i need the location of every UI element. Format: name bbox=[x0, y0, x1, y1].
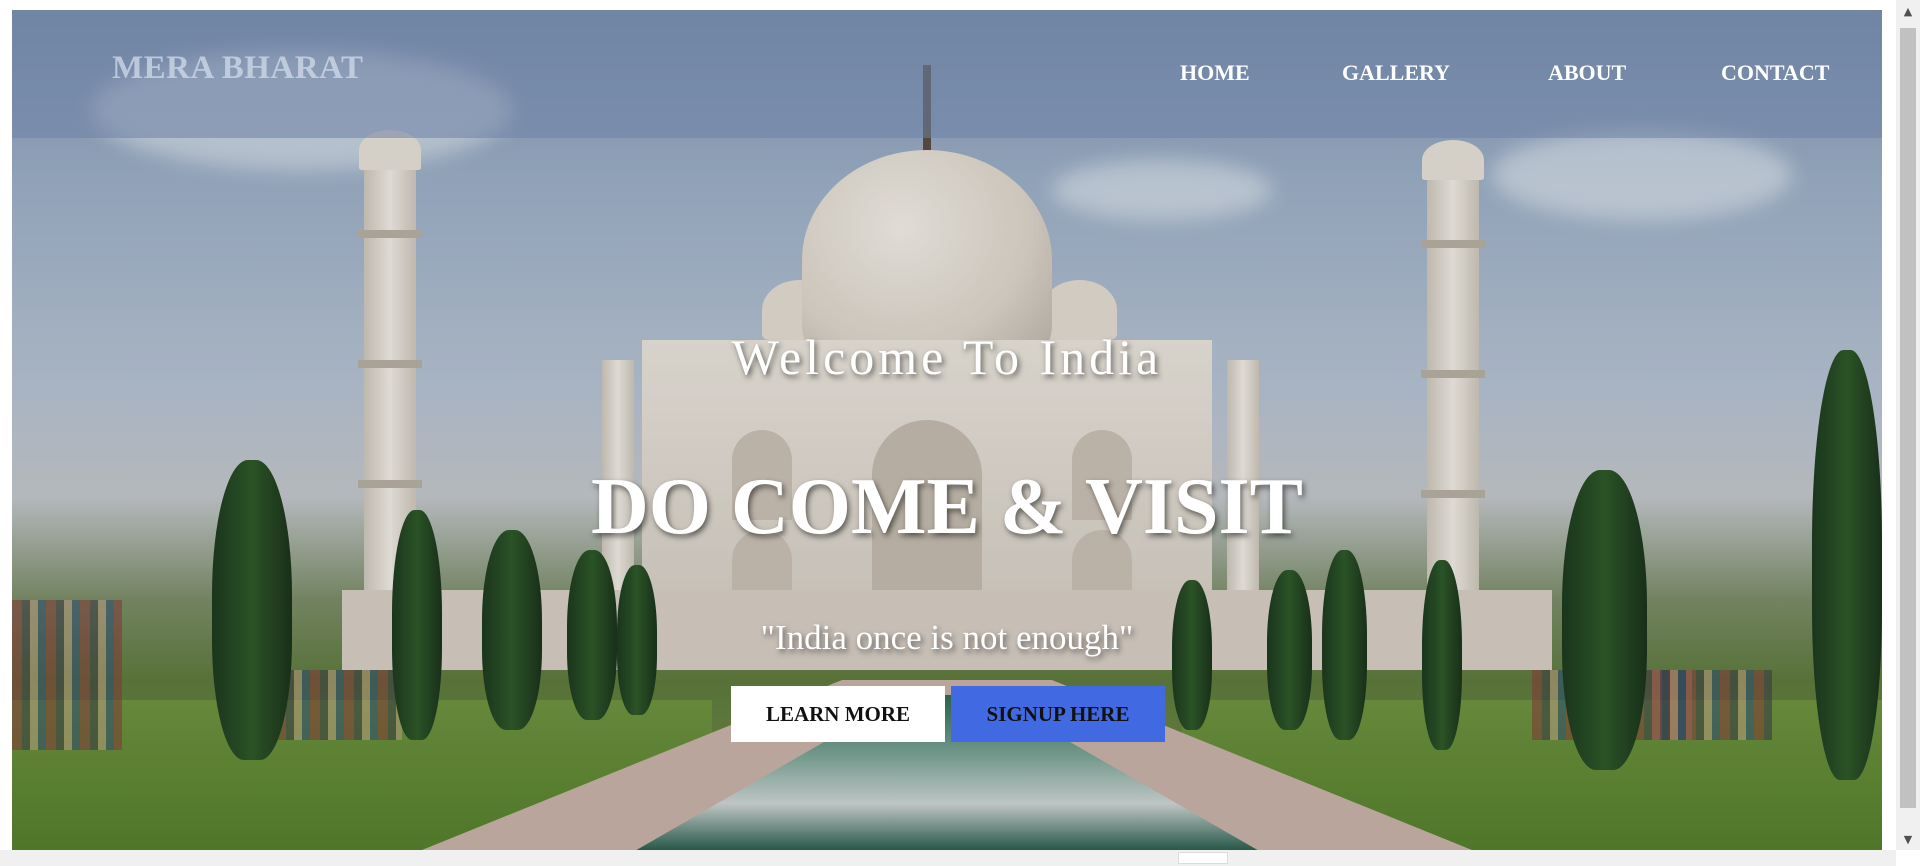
site-logo[interactable]: MERA BHARAT bbox=[112, 50, 364, 87]
nav-about[interactable]: ABOUT bbox=[1548, 60, 1626, 86]
hero-section: MERA BHARAT HOME GALLERY ABOUT CONTACT W… bbox=[12, 10, 1882, 850]
top-navigation-bar: MERA BHARAT HOME GALLERY ABOUT CONTACT bbox=[12, 10, 1882, 138]
nav-home[interactable]: HOME bbox=[1180, 60, 1250, 86]
learn-more-button[interactable]: LEARN MORE bbox=[731, 686, 945, 742]
welcome-heading: Welcome To India bbox=[731, 329, 1163, 385]
nav-gallery[interactable]: GALLERY bbox=[1342, 60, 1450, 86]
scroll-down-arrow-icon[interactable]: ▼ bbox=[1900, 832, 1916, 848]
horizontal-scrollbar[interactable] bbox=[0, 850, 1896, 866]
main-headline: DO COME & VISIT bbox=[591, 463, 1303, 551]
vertical-scrollbar-thumb[interactable] bbox=[1900, 28, 1916, 808]
signup-button[interactable]: SIGNUP HERE bbox=[951, 686, 1165, 742]
horizontal-scrollbar-thumb[interactable] bbox=[1178, 852, 1228, 864]
scroll-up-arrow-icon[interactable]: ▲ bbox=[1900, 4, 1916, 20]
nav-contact[interactable]: CONTACT bbox=[1721, 60, 1829, 86]
tagline-quote: "India once is not enough" bbox=[760, 618, 1134, 657]
